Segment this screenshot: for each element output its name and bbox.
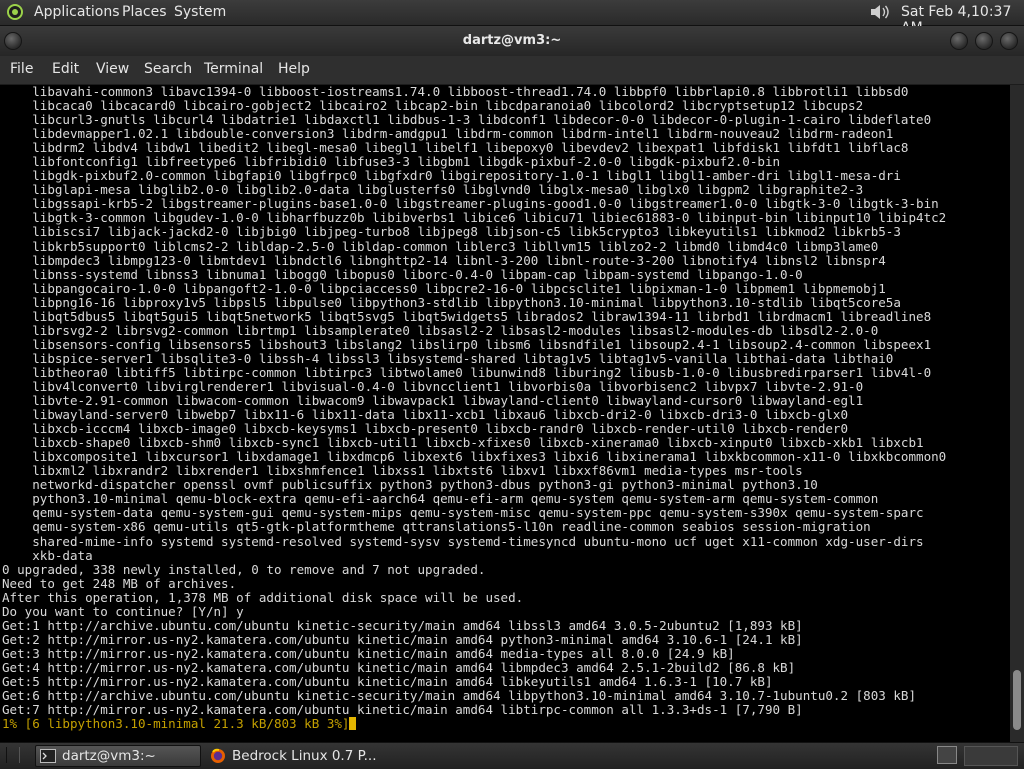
terminal-line: python3.10-minimal qemu-block-extra qemu… (2, 491, 879, 507)
text-cursor (349, 717, 357, 731)
terminal-line: libxcb-icccm4 libxcb-image0 libxcb-keysy… (2, 421, 849, 437)
taskbar: dartz@vm3:~ Bedrock Linux 0.7 P... (0, 742, 1024, 769)
menu-terminal[interactable]: Terminal (204, 61, 263, 77)
terminal-line: Need to get 248 MB of archives. (2, 575, 237, 591)
terminal-line: libxcomposite1 libxcursor1 libxdamage1 l… (2, 449, 947, 465)
terminal-line: Do you want to continue? [Y/n] y (2, 603, 244, 619)
top-panel: Applications Places System Sat Feb 4,10:… (0, 0, 1024, 36)
terminal-line: Get:1 http://archive.ubuntu.com/ubuntu k… (2, 617, 803, 633)
terminal-line: libgtk-3-common libgudev-1.0-0 libharfbu… (2, 210, 947, 226)
terminal-line: libcurl3-gnutls libcurl4 libdatrie1 libd… (2, 112, 932, 128)
terminal-icon (40, 749, 56, 763)
maximize-button[interactable] (975, 32, 993, 50)
terminal-line: After this operation, 1,378 MB of additi… (2, 589, 524, 605)
terminal-line: Get:5 http://mirror.us-ny2.kamatera.com/… (2, 673, 773, 689)
applications-menu[interactable]: Applications (34, 4, 120, 20)
terminal-line: libvte-2.91-common libwacom-common libwa… (2, 393, 864, 409)
window-title: dartz@vm3:~ (462, 33, 562, 48)
terminal-line: libiscsi7 libjack-jackd2-0 libjbig0 libj… (2, 224, 901, 240)
terminal-line: libxml2 libxrandr2 libxrender1 libxshmfe… (2, 463, 803, 479)
terminal-line: libpng16-16 libproxy1v5 libpsl5 libpulse… (2, 294, 901, 310)
places-menu[interactable]: Places (122, 4, 167, 20)
minimize-button[interactable] (950, 32, 968, 50)
terminal-line: libkrb5support0 liblcms2-2 libldap-2.5-0… (2, 238, 879, 254)
task-firefox[interactable]: Bedrock Linux 0.7 P... (205, 745, 377, 767)
show-desktop-button[interactable] (6, 747, 20, 763)
terminal-line: libspice-server1 libsqlite3-0 libssh-4 l… (2, 350, 894, 366)
menu-file[interactable]: File (10, 61, 33, 77)
task-firefox-label: Bedrock Linux 0.7 P... (232, 748, 377, 764)
terminal-line: libglapi-mesa libglib2.0-0 libglib2.0-da… (2, 182, 864, 198)
terminal-line: libmpdec3 libmpg123-0 libmtdev1 libndctl… (2, 252, 886, 268)
terminal-line: xkb-data (2, 547, 93, 563)
terminal-line: libqt5dbus5 libqt5gui5 libqt5network5 li… (2, 308, 932, 324)
menu-search[interactable]: Search (144, 61, 192, 77)
workspace-switcher[interactable] (964, 746, 1018, 766)
terminal-line: networkd-dispatcher openssl ovmf publics… (2, 477, 818, 493)
task-terminal[interactable]: dartz@vm3:~ (35, 745, 201, 767)
terminal-line: libxcb-shape0 libxcb-shm0 libxcb-sync1 l… (2, 435, 924, 451)
terminal-line: 0 upgraded, 338 newly installed, 0 to re… (2, 561, 486, 577)
menu-edit[interactable]: Edit (52, 61, 79, 77)
system-menu[interactable]: System (174, 4, 226, 20)
close-button[interactable] (1000, 32, 1018, 50)
download-progress-line: 1% [6 libpython3.10-minimal 21.3 kB/803 … (2, 717, 946, 731)
terminal-line: qemu-system-data qemu-system-gui qemu-sy… (2, 505, 924, 521)
terminal-line: librsvg2-2 librsvg2-common librtmp1 libs… (2, 322, 879, 338)
terminal-line: libv4lconvert0 libvirglrenderer1 libvisu… (2, 378, 864, 394)
terminal-line: libwayland-server0 libwebp7 libx11-6 lib… (2, 407, 849, 423)
distro-logo-icon[interactable] (7, 4, 23, 20)
terminal-line: Get:6 http://archive.ubuntu.com/ubuntu k… (2, 688, 917, 704)
terminal-line: shared-mime-info systemd systemd-resolve… (2, 533, 924, 549)
terminal-line: Get:3 http://mirror.us-ny2.kamatera.com/… (2, 645, 735, 661)
terminal-scrollbar[interactable] (1010, 85, 1024, 742)
terminal-line: qemu-system-x86 qemu-utils qt5-gtk-platf… (2, 519, 871, 535)
scrollbar-thumb[interactable] (1013, 670, 1021, 730)
terminal-line: libtheora0 libtiff5 libtirpc-common libt… (2, 364, 932, 380)
menu-view[interactable]: View (96, 61, 129, 77)
tray-terminal-icon[interactable] (937, 746, 957, 764)
download-progress-text: 1% [6 libpython3.10-minimal 21.3 kB/803 … (2, 716, 350, 732)
menu-help[interactable]: Help (278, 61, 310, 77)
terminal-line: libdrm2 libdv4 libdw1 libedit2 libegl-me… (2, 140, 909, 156)
terminal-line: libgssapi-krb5-2 libgstreamer-plugins-ba… (2, 196, 939, 212)
terminal-line: Get:4 http://mirror.us-ny2.kamatera.com/… (2, 659, 796, 675)
terminal-line: libnss-systemd libnss3 libnuma1 libogg0 … (2, 266, 803, 282)
terminal-line: libsensors-config libsensors5 libshout3 … (2, 336, 932, 352)
volume-icon[interactable] (869, 3, 891, 21)
terminal-line: libavahi-common3 libavc1394-0 libboost-i… (2, 85, 909, 99)
terminal-line: Get:2 http://mirror.us-ny2.kamatera.com/… (2, 631, 803, 647)
terminal-line: libdevmapper1.02.1 libdouble-conversion3… (2, 126, 894, 142)
menubar: File Edit View Search Terminal Help (0, 56, 1024, 85)
terminal-line: libcaca0 libcacard0 libcairo-gobject2 li… (2, 98, 864, 114)
terminal-output[interactable]: libavahi-common3 libavc1394-0 libboost-i… (0, 85, 1010, 742)
terminal-line: libfontconfig1 libfreetype6 libfribidi0 … (2, 154, 781, 170)
terminal-line: libpangocairo-1.0-0 libpangoft2-1.0-0 li… (2, 280, 886, 296)
firefox-icon (211, 748, 225, 763)
task-terminal-label: dartz@vm3:~ (62, 748, 156, 764)
window-titlebar[interactable]: dartz@vm3:~ (0, 26, 1024, 56)
terminal-line: libgdk-pixbuf2.0-common libgfapi0 libgfr… (2, 168, 901, 184)
terminal-line: Get:7 http://mirror.us-ny2.kamatera.com/… (2, 702, 803, 718)
terminal-lines: libavahi-common3 libavc1394-0 libboost-i… (0, 85, 946, 731)
